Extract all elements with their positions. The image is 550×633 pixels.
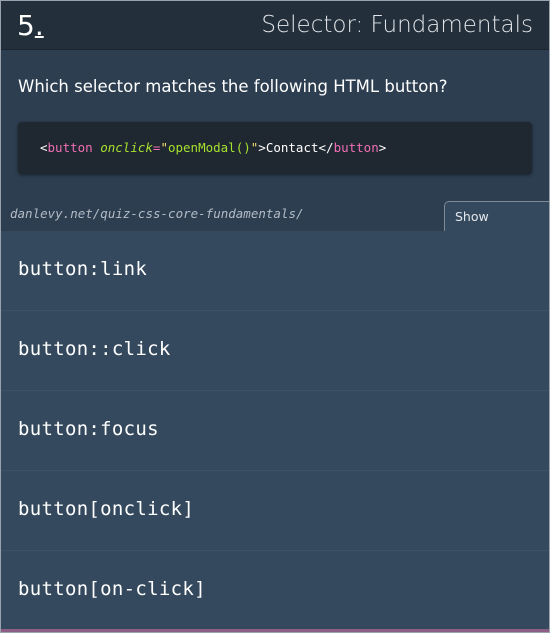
quiz-card: 5. Selector: Fundamentals Which selector… bbox=[0, 0, 550, 633]
question-category-title: Selector: Fundamentals bbox=[261, 12, 533, 38]
answer-option-label: button[on-click] bbox=[18, 578, 206, 600]
code-inner-text: Contact bbox=[265, 140, 319, 155]
code-line: <button onclick="openModal()">Contact</b… bbox=[40, 140, 386, 155]
code-quote-open: " bbox=[160, 140, 168, 155]
code-end-tag-name: button bbox=[333, 140, 379, 155]
code-open-bracket: < bbox=[40, 140, 48, 155]
question-number: 5. bbox=[17, 9, 44, 43]
code-handler: openModal() bbox=[167, 140, 251, 155]
answer-option[interactable]: button:link bbox=[1, 231, 549, 311]
code-tag-name: button bbox=[47, 140, 93, 155]
source-url: danlevy.net/quiz-css-core-fundamentals/ bbox=[10, 206, 304, 221]
code-end-open: </ bbox=[318, 140, 334, 155]
answer-option-label: button:link bbox=[18, 258, 148, 280]
answer-option[interactable]: button[onclick] bbox=[1, 471, 549, 551]
question-header: 5. Selector: Fundamentals bbox=[1, 1, 549, 50]
code-close-bracket: > bbox=[258, 140, 266, 155]
answer-option-label: button::click bbox=[18, 338, 171, 360]
answer-option-label: button:focus bbox=[18, 418, 159, 440]
question-text: Which selector matches the following HTM… bbox=[18, 77, 448, 96]
question-number-value: 5 bbox=[17, 9, 35, 42]
answer-options: button:link button::click button:focus b… bbox=[1, 231, 549, 631]
answer-option-label: button[onclick] bbox=[18, 498, 195, 520]
show-explainer-button[interactable]: Show Explainer bbox=[444, 201, 549, 254]
bottom-accent-line bbox=[1, 629, 549, 632]
answer-option[interactable]: button[on-click] bbox=[1, 551, 549, 631]
code-attribute: onclick bbox=[100, 140, 153, 155]
code-end-close: > bbox=[378, 140, 387, 155]
answer-option[interactable]: button::click bbox=[1, 311, 549, 391]
answer-option[interactable]: button:focus bbox=[1, 391, 549, 471]
question-number-dot: . bbox=[34, 9, 44, 42]
code-snippet: <button onclick="openModal()">Contact</b… bbox=[18, 122, 532, 174]
